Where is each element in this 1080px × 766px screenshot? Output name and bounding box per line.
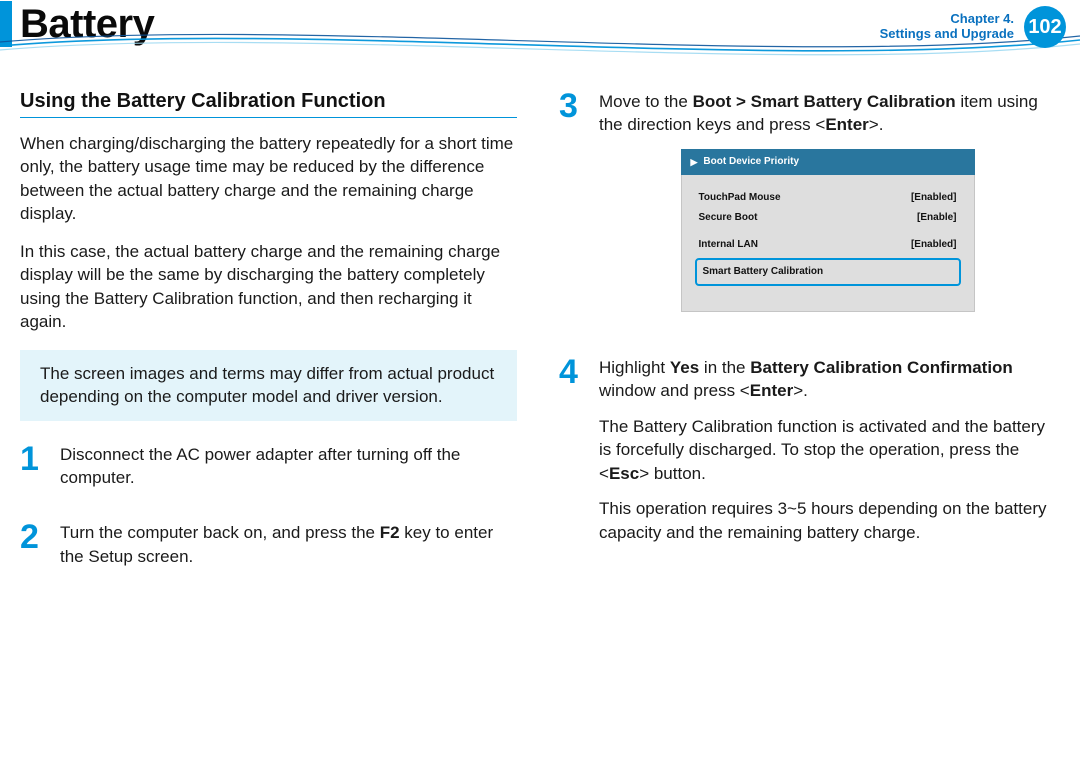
bios-header: ▶ Boot Device Priority (681, 149, 975, 175)
title-accent-block (0, 1, 12, 47)
section-heading: Using the Battery Calibration Function (20, 90, 517, 118)
step-number: 1 (20, 443, 46, 502)
intro-para-2: In this case, the actual battery charge … (20, 240, 517, 334)
step-3: 3 Move to the Boot > Smart Battery Calib… (559, 90, 1056, 336)
content-columns: Using the Battery Calibration Function W… (0, 60, 1080, 600)
page-number-badge: 102 (1024, 6, 1066, 48)
step-number: 2 (20, 521, 46, 580)
note-box: The screen images and terms may differ f… (20, 350, 517, 421)
step-2: 2 Turn the computer back on, and press t… (20, 521, 517, 580)
chapter-line: Chapter 4. (880, 12, 1014, 27)
left-column: Using the Battery Calibration Function W… (20, 90, 517, 600)
step-body: Move to the Boot > Smart Battery Calibra… (599, 90, 1056, 336)
bios-row: Internal LAN [Enabled] (695, 236, 961, 254)
step-1: 1 Disconnect the AC power adapter after … (20, 443, 517, 502)
title-bar: Battery (0, 0, 154, 48)
intro-para-1: When charging/discharging the battery re… (20, 132, 517, 226)
bios-body: TouchPad Mouse [Enabled] Secure Boot [En… (681, 175, 975, 290)
step-body: Disconnect the AC power adapter after tu… (60, 443, 517, 502)
step-4-para-3: This operation requires 3~5 hours depend… (599, 497, 1056, 544)
step-4-para-2: The Battery Calibration function is acti… (599, 415, 1056, 485)
step-body: Turn the computer back on, and press the… (60, 521, 517, 580)
bios-header-text: Boot Device Priority (703, 155, 799, 169)
header-right-meta: Chapter 4. Settings and Upgrade 102 (880, 6, 1066, 48)
bios-selected-item: Smart Battery Calibration (695, 258, 961, 286)
step-2-text: Turn the computer back on, and press the… (60, 521, 517, 568)
step-number: 3 (559, 90, 585, 336)
section-line: Settings and Upgrade (880, 27, 1014, 42)
right-column: 3 Move to the Boot > Smart Battery Calib… (559, 90, 1056, 600)
step-body: Highlight Yes in the Battery Calibration… (599, 356, 1056, 556)
bios-row: TouchPad Mouse [Enabled] (695, 189, 961, 207)
step-3-text: Move to the Boot > Smart Battery Calibra… (599, 90, 1056, 137)
step-4: 4 Highlight Yes in the Battery Calibrati… (559, 356, 1056, 556)
step-1-text: Disconnect the AC power adapter after tu… (60, 443, 517, 490)
chapter-meta: Chapter 4. Settings and Upgrade (880, 12, 1014, 42)
bios-row: Secure Boot [Enable] (695, 209, 961, 227)
bios-screenshot: ▶ Boot Device Priority TouchPad Mouse [E… (681, 149, 975, 312)
step-4-line-1: Highlight Yes in the Battery Calibration… (599, 356, 1056, 403)
step-number: 4 (559, 356, 585, 556)
triangle-right-icon: ▶ (691, 156, 698, 168)
page-header: Battery Chapter 4. Settings and Upgrade … (0, 0, 1080, 60)
page-title: Battery (20, 2, 154, 47)
